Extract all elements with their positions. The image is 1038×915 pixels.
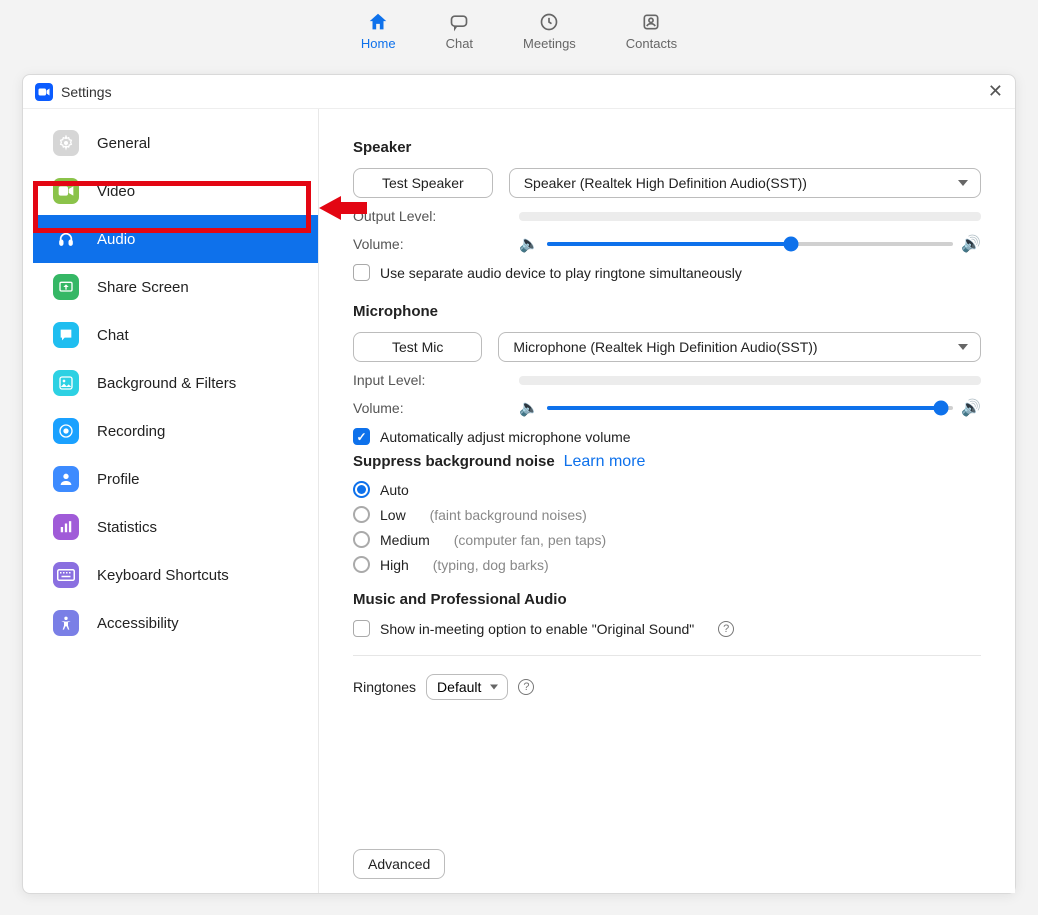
- close-button[interactable]: ✕: [988, 81, 1003, 102]
- mic-volume-label: Volume:: [353, 400, 503, 416]
- nav-contacts[interactable]: Contacts: [626, 10, 677, 51]
- suppress-auto-radio[interactable]: [353, 481, 370, 498]
- suppress-low-radio[interactable]: [353, 506, 370, 523]
- contacts-icon: [639, 10, 663, 34]
- headphones-icon: [53, 226, 79, 252]
- separate-ringtone-checkbox[interactable]: [353, 264, 370, 281]
- radio-label: Low: [380, 507, 406, 523]
- radio-hint: (typing, dog barks): [433, 557, 549, 573]
- output-level-meter: [519, 212, 981, 221]
- sidebar-item-audio[interactable]: Audio: [33, 215, 318, 263]
- radio-label: High: [380, 557, 409, 573]
- help-icon[interactable]: ?: [518, 679, 534, 695]
- advanced-button[interactable]: Advanced: [353, 849, 445, 879]
- speaker-volume-label: Volume:: [353, 236, 503, 252]
- speaker-heading: Speaker: [353, 139, 981, 156]
- home-icon: [366, 10, 390, 34]
- volume-high-icon: 🔊: [961, 234, 981, 254]
- mic-device-select[interactable]: Microphone (Realtek High Definition Audi…: [498, 332, 981, 362]
- radio-label: Medium: [380, 532, 430, 548]
- sidebar-item-statistics[interactable]: Statistics: [33, 503, 318, 551]
- sidebar-item-label: Audio: [97, 231, 135, 248]
- output-level-label: Output Level:: [353, 208, 503, 224]
- chat-icon: [53, 322, 79, 348]
- separator: [353, 655, 981, 656]
- sidebar-item-label: Background & Filters: [97, 375, 236, 392]
- ringtones-select[interactable]: Default: [426, 674, 508, 700]
- suppress-heading: Suppress background noise: [353, 453, 555, 470]
- gear-icon: [53, 130, 79, 156]
- input-level-label: Input Level:: [353, 372, 503, 388]
- sidebar-item-accessibility[interactable]: Accessibility: [33, 599, 318, 647]
- kbd-icon: [53, 562, 79, 588]
- sidebar-item-label: Video: [97, 183, 135, 200]
- radio-hint: (faint background noises): [430, 507, 587, 523]
- separate-ringtone-label: Use separate audio device to play ringto…: [380, 265, 742, 281]
- learn-more-link[interactable]: Learn more: [564, 453, 646, 470]
- volume-high-icon: 🔊: [961, 398, 981, 418]
- share-icon: [53, 274, 79, 300]
- radio-label: Auto: [380, 482, 409, 498]
- titlebar: Settings ✕: [23, 75, 1015, 109]
- ringtones-label: Ringtones: [353, 679, 416, 695]
- settings-window: Settings ✕ General Video Audio Share Screen…: [22, 74, 1016, 894]
- volume-low-icon: 🔈: [519, 234, 539, 254]
- microphone-heading: Microphone: [353, 303, 981, 320]
- sidebar-item-label: Profile: [97, 471, 140, 488]
- sidebar-item-profile[interactable]: Profile: [33, 455, 318, 503]
- clock-icon: [537, 10, 561, 34]
- speaker-volume-slider[interactable]: [547, 242, 953, 246]
- help-icon[interactable]: ?: [718, 621, 734, 637]
- bg-icon: [53, 370, 79, 396]
- nav-meetings-label: Meetings: [523, 36, 576, 51]
- nav-chat[interactable]: Chat: [446, 10, 473, 51]
- sidebar-item-label: Keyboard Shortcuts: [97, 567, 229, 584]
- stats-icon: [53, 514, 79, 540]
- profile-icon: [53, 466, 79, 492]
- top-nav: Home Chat Meetings Contacts: [0, 0, 1038, 60]
- sidebar-item-label: Chat: [97, 327, 129, 344]
- nav-home-label: Home: [361, 36, 396, 51]
- suppress-high-radio[interactable]: [353, 556, 370, 573]
- zoom-logo-icon: [35, 83, 53, 101]
- sidebar-item-video[interactable]: Video: [33, 167, 318, 215]
- volume-low-icon: 🔈: [519, 398, 539, 418]
- sidebar-item-keyboard-shortcuts[interactable]: Keyboard Shortcuts: [33, 551, 318, 599]
- a11y-icon: [53, 610, 79, 636]
- settings-content: Speaker Test Speaker Speaker (Realtek Hi…: [319, 109, 1015, 893]
- original-sound-label: Show in-meeting option to enable "Origin…: [380, 621, 694, 637]
- mic-volume-slider[interactable]: [547, 406, 953, 410]
- sidebar-item-general[interactable]: General: [33, 119, 318, 167]
- nav-home[interactable]: Home: [361, 10, 396, 51]
- nav-chat-label: Chat: [446, 36, 473, 51]
- chat-icon: [447, 10, 471, 34]
- radio-hint: (computer fan, pen taps): [454, 532, 607, 548]
- sidebar-item-recording[interactable]: Recording: [33, 407, 318, 455]
- speaker-device-select[interactable]: Speaker (Realtek High Definition Audio(S…: [509, 168, 981, 198]
- sidebar-item-label: Accessibility: [97, 615, 179, 632]
- sidebar-item-label: General: [97, 135, 150, 152]
- original-sound-checkbox[interactable]: [353, 620, 370, 637]
- nav-contacts-label: Contacts: [626, 36, 677, 51]
- input-level-meter: [519, 376, 981, 385]
- window-title: Settings: [61, 84, 112, 100]
- video-icon: [53, 178, 79, 204]
- test-speaker-button[interactable]: Test Speaker: [353, 168, 493, 198]
- auto-adjust-label: Automatically adjust microphone volume: [380, 429, 631, 445]
- sidebar-item-label: Statistics: [97, 519, 157, 536]
- test-mic-button[interactable]: Test Mic: [353, 332, 482, 362]
- sidebar-item-share-screen[interactable]: Share Screen: [33, 263, 318, 311]
- sidebar-item-chat[interactable]: Chat: [33, 311, 318, 359]
- sidebar-item-label: Recording: [97, 423, 165, 440]
- nav-meetings[interactable]: Meetings: [523, 10, 576, 51]
- rec-icon: [53, 418, 79, 444]
- auto-adjust-checkbox[interactable]: [353, 428, 370, 445]
- suppress-medium-radio[interactable]: [353, 531, 370, 548]
- music-heading: Music and Professional Audio: [353, 591, 981, 608]
- sidebar-item-label: Share Screen: [97, 279, 189, 296]
- settings-sidebar: General Video Audio Share Screen Chat Backgro…: [23, 109, 319, 893]
- sidebar-item-background-filters[interactable]: Background & Filters: [33, 359, 318, 407]
